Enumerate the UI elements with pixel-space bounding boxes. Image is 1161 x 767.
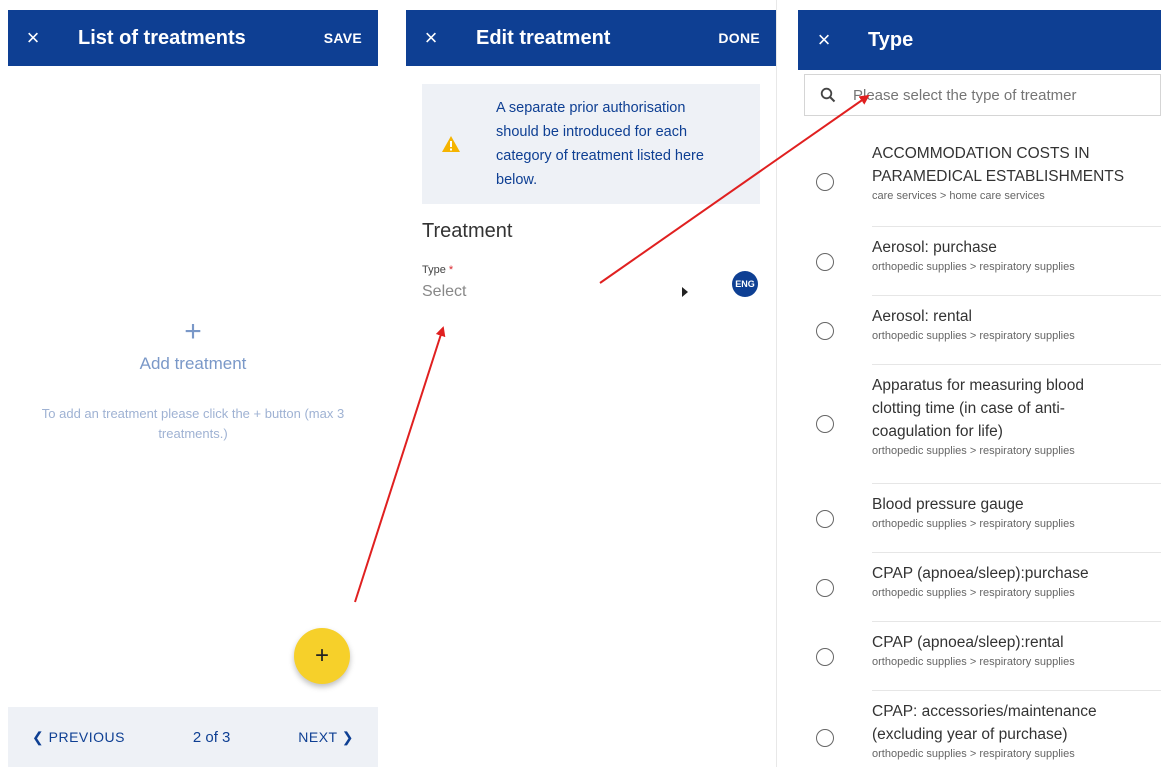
list-item[interactable]: Blood pressure gauge orthopedic supplies…	[816, 484, 1161, 553]
option-name: CPAP (apnoea/sleep):purchase	[872, 565, 1089, 582]
page-title: Type	[868, 28, 914, 51]
notice-text: A separate prior authorisation should be…	[496, 100, 704, 188]
caret-right-icon[interactable]	[682, 287, 688, 297]
list-item[interactable]: Aerosol: purchase orthopedic supplies > …	[816, 227, 1161, 296]
page-title: Edit treatment	[476, 26, 611, 49]
type-select[interactable]: Select	[422, 283, 702, 305]
pagination-bar: ❮ PREVIOUS 2 of 3 NEXT ❯	[8, 707, 378, 767]
option-name: Blood pressure gauge	[872, 496, 1024, 513]
type-options-list: ACCOMMODATION COSTS IN PARAMEDICAL ESTAB…	[798, 136, 1161, 767]
edit-treatment-panel: × Edit treatment DONE A separate prior a…	[406, 0, 777, 767]
list-item[interactable]: CPAP: accessories/maintenance (excluding…	[816, 691, 1161, 767]
page-title: List of treatments	[78, 26, 246, 49]
edit-header-bar: × Edit treatment DONE	[406, 10, 776, 66]
option-name: CPAP: accessories/maintenance (excluding…	[872, 703, 1097, 743]
radio-button[interactable]	[816, 415, 834, 433]
page-indicator: 2 of 3	[192, 728, 231, 746]
plus-icon[interactable]: +	[8, 317, 378, 347]
radio-button[interactable]	[816, 253, 834, 271]
list-item[interactable]: ACCOMMODATION COSTS IN PARAMEDICAL ESTAB…	[816, 136, 1161, 227]
close-icon[interactable]: ×	[406, 25, 456, 51]
option-name: CPAP (apnoea/sleep):rental	[872, 634, 1064, 651]
option-path: orthopedic supplies > respiratory suppli…	[872, 587, 1075, 599]
save-button[interactable]: SAVE	[324, 30, 378, 46]
required-marker: *	[448, 264, 454, 276]
radio-button[interactable]	[816, 173, 834, 191]
option-path: care services > home care services	[872, 190, 1045, 202]
list-item[interactable]: Aerosol: rental orthopedic supplies > re…	[816, 296, 1161, 365]
list-item[interactable]: Apparatus for measuring blood clotting t…	[816, 365, 1161, 484]
option-path: orthopedic supplies > respiratory suppli…	[872, 748, 1075, 760]
option-path: orthopedic supplies > respiratory suppli…	[872, 261, 1075, 273]
previous-button[interactable]: ❮ PREVIOUS	[32, 729, 125, 746]
option-path: orthopedic supplies > respiratory suppli…	[872, 445, 1075, 457]
list-item[interactable]: CPAP (apnoea/sleep):rental orthopedic su…	[816, 622, 1161, 691]
radio-button[interactable]	[816, 729, 834, 747]
option-path: orthopedic supplies > respiratory suppli…	[872, 656, 1075, 668]
option-name: Aerosol: purchase	[872, 239, 997, 256]
list-item[interactable]: CPAP (apnoea/sleep):purchase orthopedic …	[816, 553, 1161, 622]
type-header-bar: × Type	[798, 10, 1161, 70]
option-name: ACCOMMODATION COSTS IN PARAMEDICAL ESTAB…	[872, 145, 1125, 185]
option-path: orthopedic supplies > respiratory suppli…	[872, 518, 1075, 530]
authorisation-notice: A separate prior authorisation should be…	[422, 84, 760, 204]
section-title: Treatment	[422, 220, 513, 242]
type-selection-panel: × Type ACCOMMODATION COSTS IN PARAMEDICA…	[798, 0, 1161, 767]
type-field-label: Type *	[422, 264, 453, 276]
list-header-bar: × List of treatments SAVE	[8, 10, 378, 66]
add-treatment-hint: To add an treatment please click the + b…	[41, 406, 345, 441]
empty-state: + Add treatment To add an treatment plea…	[8, 317, 378, 444]
close-icon[interactable]: ×	[8, 25, 58, 51]
radio-button[interactable]	[816, 510, 834, 528]
option-path: orthopedic supplies > respiratory suppli…	[872, 330, 1075, 342]
search-input[interactable]	[851, 85, 1160, 105]
add-treatment-link[interactable]: Add treatment	[8, 354, 378, 374]
radio-button[interactable]	[816, 579, 834, 597]
close-icon[interactable]: ×	[798, 27, 850, 53]
search-box	[804, 74, 1161, 116]
radio-button[interactable]	[816, 322, 834, 340]
done-button[interactable]: DONE	[718, 30, 776, 46]
add-treatment-fab[interactable]: +	[294, 628, 350, 684]
type-label-text: Type	[422, 264, 446, 276]
search-icon	[805, 87, 851, 103]
option-name: Aerosol: rental	[872, 308, 972, 325]
next-button[interactable]: NEXT ❯	[298, 729, 354, 746]
list-of-treatments-panel: × List of treatments SAVE + Add treatmen…	[8, 0, 378, 767]
language-badge[interactable]: ENG	[732, 271, 758, 297]
radio-button[interactable]	[816, 648, 834, 666]
option-name: Apparatus for measuring blood clotting t…	[872, 377, 1084, 440]
warning-icon	[422, 135, 480, 153]
